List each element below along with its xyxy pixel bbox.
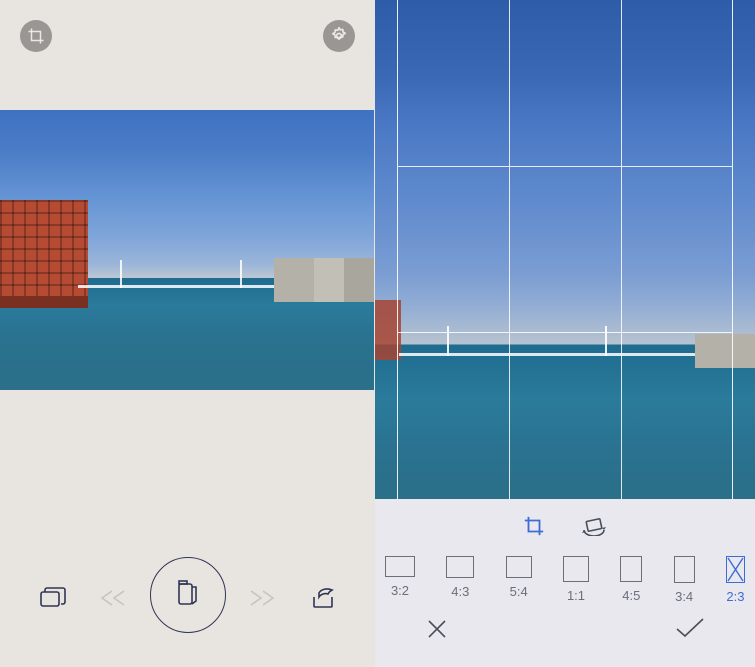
crop-button[interactable] bbox=[20, 20, 52, 52]
grid-line bbox=[621, 0, 622, 499]
grid-line bbox=[398, 166, 732, 167]
photo-detail bbox=[78, 285, 374, 288]
aspect-ratio-list: 3:2 4:3 5:4 1:1 4:5 3:4 2:3 bbox=[375, 556, 755, 604]
confirm-row bbox=[375, 617, 755, 657]
crop-tool-button[interactable] bbox=[523, 515, 545, 542]
settings-button[interactable] bbox=[323, 20, 355, 52]
cancel-button[interactable] bbox=[425, 617, 449, 646]
ratio-shape bbox=[620, 556, 642, 582]
crop-tool-row bbox=[375, 506, 755, 550]
ratio-label: 4:5 bbox=[622, 588, 640, 603]
film-roll-icon bbox=[173, 578, 203, 613]
rotate-tool-button[interactable] bbox=[581, 516, 607, 541]
share-icon bbox=[311, 587, 335, 609]
crop-icon bbox=[523, 524, 545, 541]
share-button[interactable] bbox=[311, 587, 335, 609]
ratio-shape bbox=[385, 556, 415, 577]
ratio-shape bbox=[446, 556, 474, 578]
ratio-label: 1:1 bbox=[567, 588, 585, 603]
bottom-toolbar bbox=[0, 527, 375, 667]
crop-icon bbox=[27, 27, 45, 45]
grid-line bbox=[509, 0, 510, 499]
ratio-5-4[interactable]: 5:4 bbox=[506, 556, 532, 604]
next-icon bbox=[249, 589, 275, 607]
ratio-label: 4:3 bbox=[451, 584, 469, 599]
ratio-label: 3:4 bbox=[675, 589, 693, 604]
close-icon bbox=[425, 628, 449, 645]
settings-icon bbox=[329, 26, 349, 46]
grid-line bbox=[398, 332, 732, 333]
ratio-shape bbox=[674, 556, 695, 583]
stack-icon bbox=[40, 587, 66, 609]
rotate-icon bbox=[581, 523, 607, 540]
check-icon bbox=[675, 626, 705, 643]
ratio-1-1[interactable]: 1:1 bbox=[563, 556, 589, 604]
ratio-3-4[interactable]: 3:4 bbox=[674, 556, 695, 604]
film-roll-button[interactable] bbox=[150, 557, 226, 633]
ratio-shape bbox=[726, 556, 745, 583]
crop-grid[interactable] bbox=[397, 0, 733, 499]
ratio-shape bbox=[506, 556, 532, 578]
next-button[interactable] bbox=[249, 589, 275, 607]
ratio-4-5[interactable]: 4:5 bbox=[620, 556, 642, 604]
ratio-label: 2:3 bbox=[726, 589, 744, 604]
confirm-button[interactable] bbox=[675, 617, 705, 644]
ratio-label: 5:4 bbox=[510, 584, 528, 599]
previous-icon bbox=[100, 589, 126, 607]
ratio-2-3[interactable]: 2:3 bbox=[726, 556, 745, 604]
top-toolbar bbox=[0, 0, 375, 72]
photo-preview[interactable] bbox=[0, 110, 374, 390]
crop-stage[interactable] bbox=[375, 0, 755, 499]
ratio-shape bbox=[563, 556, 589, 582]
ratio-4-3[interactable]: 4:3 bbox=[446, 556, 474, 604]
stack-button[interactable] bbox=[40, 587, 66, 609]
viewer-pane bbox=[0, 0, 375, 667]
ratio-label: 3:2 bbox=[391, 583, 409, 598]
crop-editor-pane: 3:2 4:3 5:4 1:1 4:5 3:4 2:3 bbox=[375, 0, 755, 667]
ratio-3-2[interactable]: 3:2 bbox=[385, 556, 415, 604]
previous-button[interactable] bbox=[100, 589, 126, 607]
